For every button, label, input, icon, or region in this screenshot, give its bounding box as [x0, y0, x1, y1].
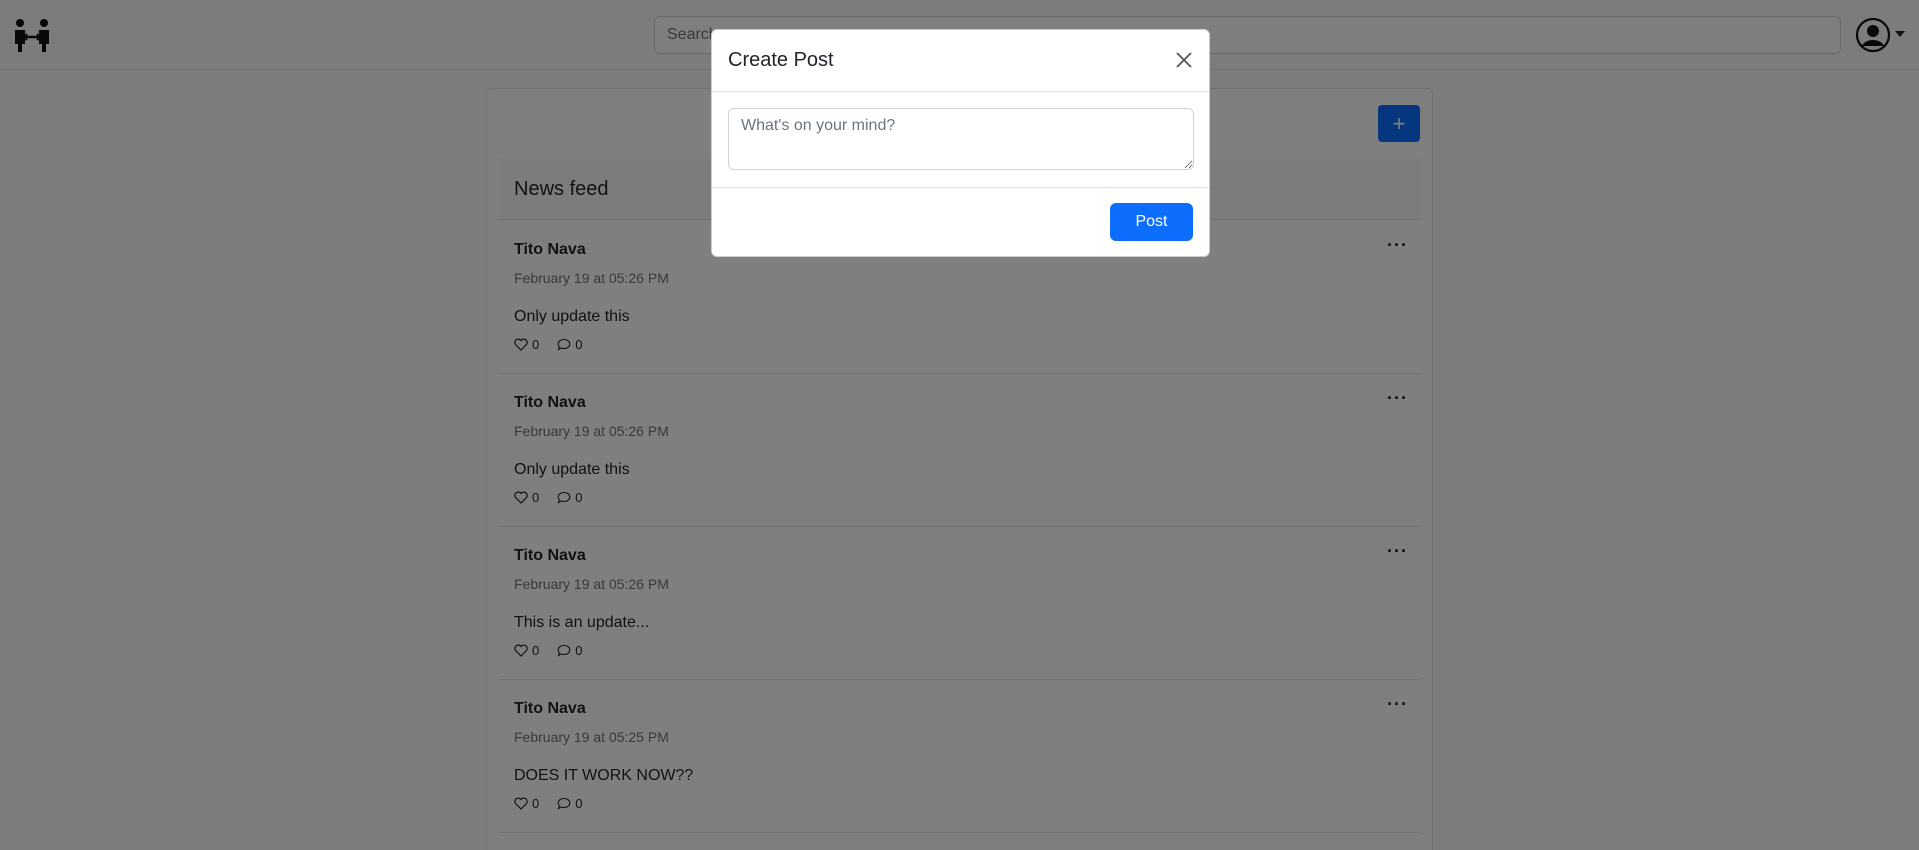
post-button[interactable]: Post: [1110, 203, 1193, 241]
post-content-input[interactable]: [728, 108, 1194, 170]
app-page: + News feed Tito Nava February 19 at 05:…: [0, 0, 1919, 850]
close-icon[interactable]: [1174, 50, 1194, 70]
modal-title: Create Post: [728, 49, 834, 71]
create-post-modal: Create Post Post: [711, 29, 1210, 257]
modal-header: Create Post: [712, 30, 1209, 92]
modal-body: [712, 92, 1209, 187]
modal-footer: Post: [712, 187, 1209, 256]
